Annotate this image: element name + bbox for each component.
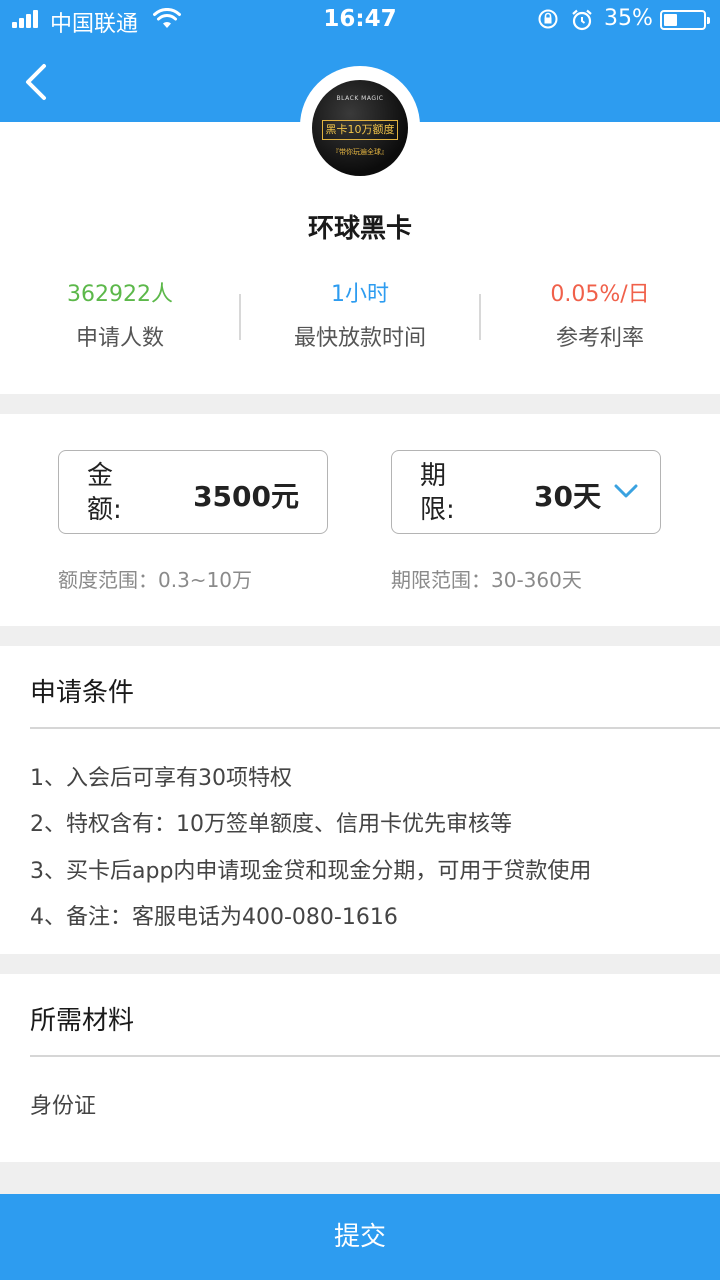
stat-applicants: 362922人 申请人数 <box>0 280 240 352</box>
status-bar: 中国联通 16:47 35% <box>0 0 720 40</box>
term-label: 期限: <box>420 461 455 525</box>
materials-section: 所需材料 身份证 <box>0 974 720 1162</box>
battery-icon <box>660 10 710 30</box>
amount-value: 3500元 <box>193 480 299 513</box>
section-title: 申请条件 <box>30 678 135 708</box>
product-name: 环球黑卡 <box>307 214 412 244</box>
divider <box>30 727 720 729</box>
term-range: 期限范围：30-360天 <box>391 568 582 592</box>
amount-input[interactable]: 金额: 3500元 <box>58 450 328 534</box>
section-title: 所需材料 <box>30 1006 135 1036</box>
alarm-icon <box>572 9 592 31</box>
term-value: 30天 <box>534 480 601 513</box>
product-logo: BLACK MAGIC 黑卡10万额度 『带你玩遍全球』 <box>312 80 408 176</box>
condition-item: 1、入会后可享有30项特权 <box>30 766 292 791</box>
stat-value: 362922人 <box>67 282 173 307</box>
back-arrow-icon[interactable] <box>18 62 52 102</box>
conditions-section: 申请条件 1、入会后可享有30项特权 2、特权含有：10万签单额度、信用卡优先审… <box>0 646 720 954</box>
stat-label: 参考利率 <box>555 326 644 351</box>
battery-fill <box>664 14 677 26</box>
condition-item: 4、备注：客服电话为400-080-1616 <box>30 905 398 930</box>
stat-label: 最快放款时间 <box>293 326 426 351</box>
stat-label: 申请人数 <box>75 326 164 351</box>
amount-label: 金额: <box>87 461 122 525</box>
amount-range: 额度范围：0.3~10万 <box>58 568 253 592</box>
battery-percent: 35% <box>604 6 653 31</box>
stat-value: 0.05%/日 <box>550 282 650 307</box>
stat-fastest-payout: 1小时 最快放款时间 <box>240 280 480 352</box>
logo-banner: 黑卡10万额度 <box>322 120 398 140</box>
logo-brand: BLACK MAGIC <box>336 95 384 102</box>
material-item: 身份证 <box>30 1094 97 1119</box>
term-select[interactable]: 期限: 30天 <box>391 450 661 534</box>
rotation-lock-icon <box>538 9 558 29</box>
stat-value: 1小时 <box>331 282 389 307</box>
condition-item: 3、买卡后app内申请现金贷和现金分期，可用于贷款使用 <box>30 859 592 884</box>
condition-item: 2、特权含有：10万签单额度、信用卡优先审核等 <box>30 812 512 837</box>
divider <box>30 1055 720 1057</box>
chevron-down-icon <box>614 484 638 498</box>
logo-slogan: 『带你玩遍全球』 <box>332 148 388 156</box>
submit-button[interactable]: 提交 <box>0 1194 720 1280</box>
loan-options-card: 金额: 3500元 期限: 30天 额度范围：0.3~10万 期限范围：30-3… <box>0 414 720 626</box>
stat-reference-rate: 0.05%/日 参考利率 <box>480 280 720 352</box>
